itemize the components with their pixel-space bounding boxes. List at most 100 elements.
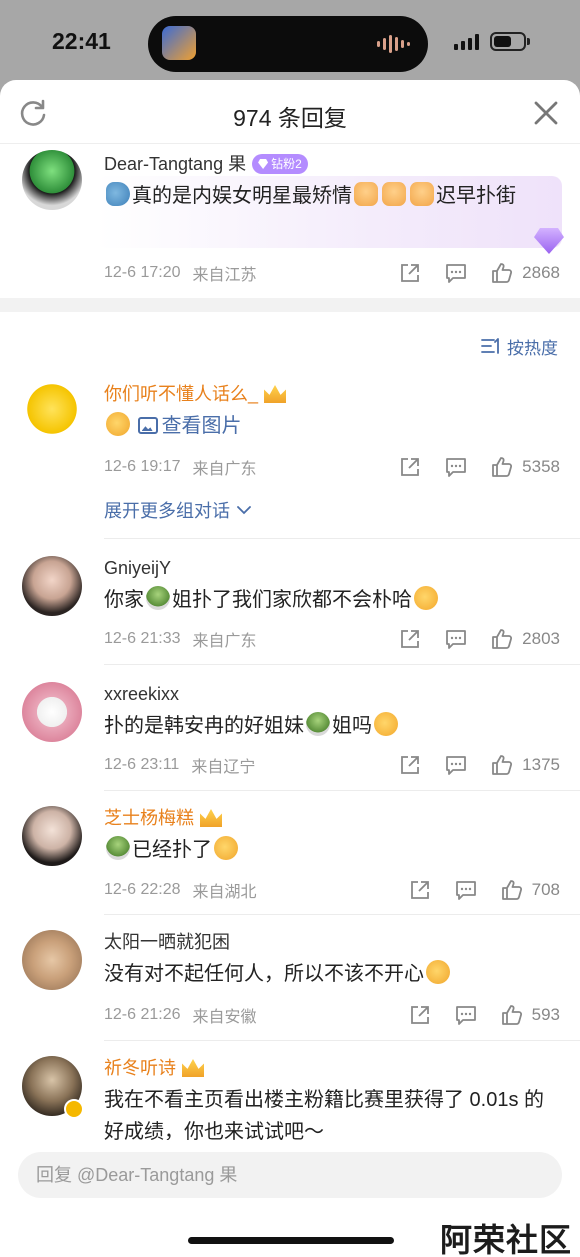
sheet-title: 974 条回复	[233, 105, 347, 131]
comment-body: GniyeijY 你家 姐扑了我们家欣都不会朴哈	[104, 556, 560, 616]
reply-input[interactable]	[18, 1152, 562, 1198]
comment-text: 我在不看主页看出楼主粉籍比赛里获得了 0.01s 的好成绩，你也来试试吧～	[104, 1084, 560, 1148]
share-icon[interactable]	[398, 261, 422, 285]
like-button[interactable]: 1375	[490, 753, 560, 777]
like-button[interactable]: 593	[500, 1003, 560, 1027]
like-count: 1375	[522, 755, 560, 774]
expand-label: 展开更多组对话	[104, 501, 230, 521]
like-count: 5358	[522, 457, 560, 476]
like-count: 708	[531, 880, 560, 899]
comment-body: 你们听不懂人话么_ 查看图片	[104, 382, 560, 442]
expand-conversation-link[interactable]: 展开更多组对话	[104, 497, 252, 523]
like-button[interactable]: 2868	[490, 261, 560, 285]
like-count: 2803	[522, 629, 560, 648]
comment-author[interactable]: Dear-Tangtang 果 钻粉2	[104, 152, 560, 176]
share-icon[interactable]	[408, 1003, 432, 1027]
like-button[interactable]: 5358	[490, 455, 560, 479]
author-name[interactable]: Dear-Tangtang 果	[104, 152, 246, 176]
comment-location: 来自辽宁	[191, 759, 256, 776]
like-button[interactable]: 2803	[490, 627, 560, 651]
party-emoji-icon	[374, 712, 398, 736]
audio-wave-icon	[377, 34, 410, 54]
thumbs-up-emoji-icon	[410, 182, 434, 206]
thumbs-up-icon	[492, 263, 513, 283]
badge-label: 钻粉2	[271, 157, 302, 171]
thumbs-up-emoji-icon	[354, 182, 378, 206]
battery-icon	[490, 32, 530, 51]
comment-meta: 12-6 21:26 来自安徽 593	[104, 1000, 560, 1030]
comment-icon[interactable]	[454, 878, 478, 902]
comment-icon[interactable]	[444, 753, 468, 777]
verified-icon	[64, 1099, 84, 1119]
thumbs-up-icon	[501, 1005, 522, 1025]
sort-button[interactable]: 按热度	[481, 334, 558, 358]
divider	[104, 790, 580, 791]
author-name[interactable]: 祈冬听诗	[104, 1056, 176, 1080]
share-icon[interactable]	[408, 878, 432, 902]
comment-date: 12-6 21:26	[104, 1006, 181, 1023]
comment-icon[interactable]	[444, 261, 468, 285]
comment-author[interactable]: 你们听不懂人话么_	[104, 382, 560, 406]
fish-emoji-icon	[106, 182, 130, 206]
crying-emoji-icon	[426, 960, 450, 984]
author-name[interactable]: 你们听不懂人话么_	[104, 382, 258, 406]
comment-location: 来自江苏	[192, 267, 257, 284]
comment-date: 12-6 23:11	[104, 756, 180, 773]
view-image-label: 查看图片	[161, 415, 242, 437]
comment-date: 12-6 17:20	[104, 264, 181, 281]
comment-text-part: 真的是内娱女明星最矫情	[132, 185, 352, 207]
cellular-signal-icon	[454, 34, 479, 50]
app-icon	[162, 26, 196, 60]
comment-author[interactable]: 太阳一晒就犯困	[104, 930, 560, 954]
sort-icon	[481, 338, 499, 354]
comment-author[interactable]: xxreekixx	[104, 682, 560, 706]
crown-icon	[264, 385, 287, 403]
like-count: 593	[531, 1005, 560, 1024]
comment-body: 太阳一晒就犯困 没有对不起任何人，所以不该不开心	[104, 930, 560, 990]
avatar[interactable]	[22, 930, 82, 990]
comment-location: 来自广东	[192, 633, 257, 650]
author-name[interactable]: GniyeijY	[104, 556, 171, 580]
share-icon[interactable]	[398, 627, 422, 651]
crown-icon	[200, 809, 222, 827]
author-name[interactable]: xxreekixx	[104, 682, 179, 706]
laughing-emoji-icon	[106, 412, 130, 436]
watermark: 阿荣社区	[439, 1222, 572, 1257]
author-name[interactable]: 芝士杨梅糕	[104, 806, 194, 830]
share-icon[interactable]	[398, 455, 422, 479]
avatar[interactable]	[22, 556, 82, 616]
thumbs-up-icon	[492, 755, 513, 775]
chevron-down-icon	[237, 506, 251, 515]
close-icon[interactable]	[532, 99, 560, 127]
comment-icon[interactable]	[454, 1003, 478, 1027]
tea-emoji-icon	[106, 836, 130, 860]
share-icon[interactable]	[398, 753, 422, 777]
top-comment-body: Dear-Tangtang 果 钻粉2 真的是内娱女明星最矫情 迟早扑街	[104, 152, 560, 212]
comment-icon[interactable]	[444, 455, 468, 479]
avatar[interactable]	[22, 150, 82, 210]
avatar[interactable]	[22, 806, 82, 866]
thumbs-up-icon	[492, 629, 513, 649]
crown-icon	[182, 1059, 204, 1077]
comment-location: 来自湖北	[192, 884, 257, 901]
comment-text: 已经扑了	[104, 834, 560, 866]
comment-icon[interactable]	[444, 627, 468, 651]
comment-meta: 12-6 23:11 来自辽宁 1375	[104, 750, 560, 780]
comment-text-part: 你家	[104, 589, 144, 611]
author-name[interactable]: 太阳一晒就犯困	[104, 930, 230, 954]
home-indicator[interactable]	[188, 1237, 394, 1244]
fan-badge: 钻粉2	[252, 154, 308, 174]
divider	[104, 538, 580, 539]
tea-emoji-icon	[146, 586, 170, 610]
comment-author[interactable]: 芝士杨梅糕	[104, 806, 560, 830]
divider	[104, 664, 580, 665]
comment-date: 12-6 21:33	[104, 630, 181, 647]
comment-author[interactable]: GniyeijY	[104, 556, 560, 580]
comment-author[interactable]: 祈冬听诗	[104, 1056, 560, 1080]
section-separator	[0, 298, 580, 312]
avatar[interactable]	[22, 382, 82, 442]
like-button[interactable]: 708	[500, 878, 560, 902]
status-time: 22:41	[52, 28, 111, 54]
avatar[interactable]	[22, 682, 82, 742]
view-image-link[interactable]: 查看图片	[137, 415, 242, 437]
